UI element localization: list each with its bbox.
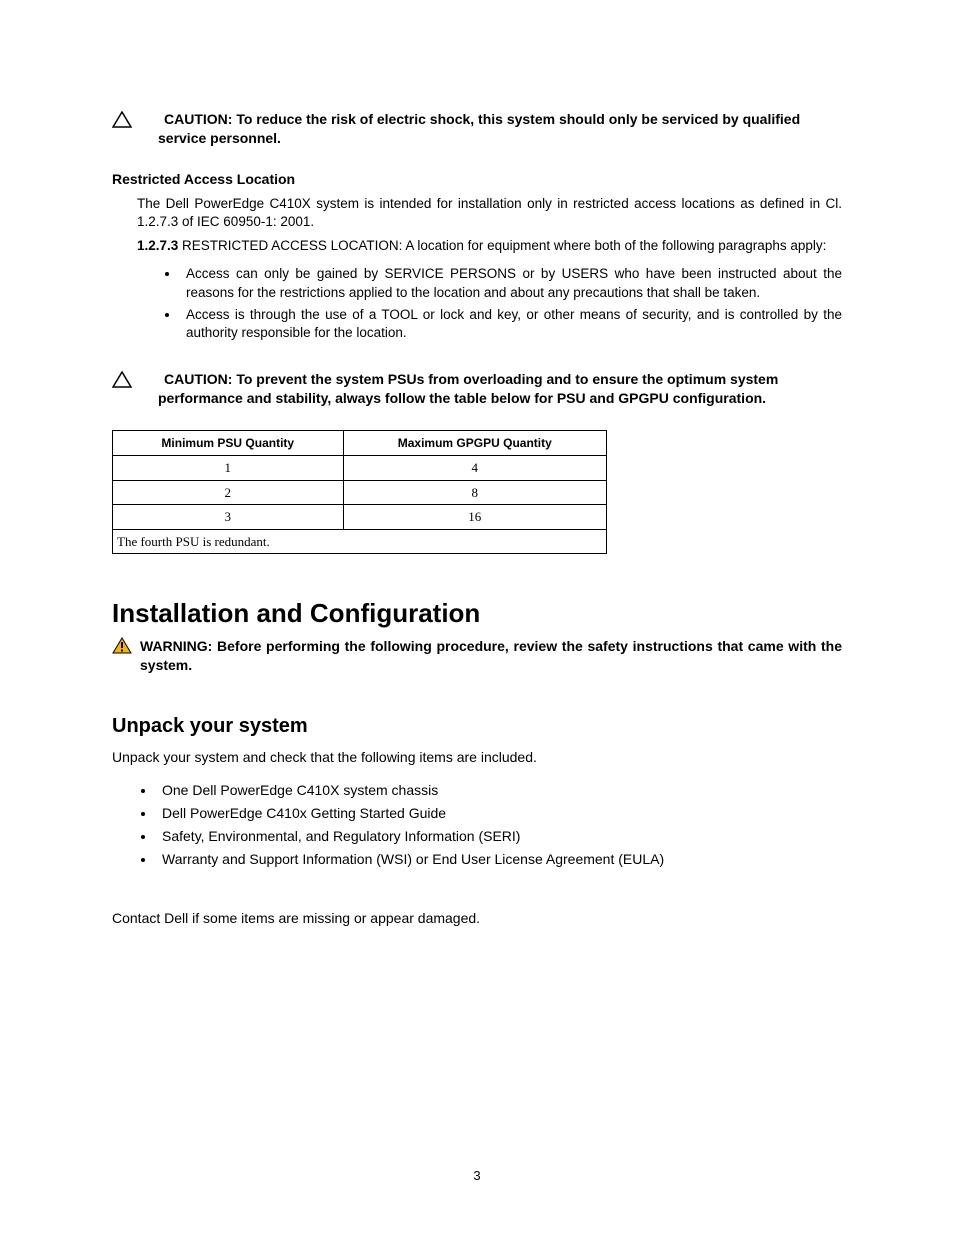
list-item: Dell PowerEdge C410x Getting Started Gui… [156, 804, 842, 823]
caution-block-1: CAUTION: To reduce the risk of electric … [112, 110, 842, 148]
caution-outline-icon [112, 111, 132, 133]
list-item: Safety, Environmental, and Regulatory In… [156, 827, 842, 846]
restricted-para-1: The Dell PowerEdge C410X system is inten… [137, 195, 842, 231]
contact-text: Contact Dell if some items are missing o… [112, 909, 842, 928]
psu-table: Minimum PSU Quantity Maximum GPGPU Quant… [112, 430, 607, 554]
caution-text: CAUTION: To prevent the system PSUs from… [158, 371, 778, 406]
table-row: 1 4 [113, 456, 607, 481]
table-header-row: Minimum PSU Quantity Maximum GPGPU Quant… [113, 430, 607, 455]
page-number: 3 [0, 1167, 954, 1185]
section-heading-installation: Installation and Configuration [112, 596, 842, 631]
caution-outline-icon [112, 371, 132, 393]
warning-text: WARNING: Before performing the following… [140, 637, 842, 675]
section-heading-unpack: Unpack your system [112, 713, 842, 740]
caution-block-2: CAUTION: To prevent the system PSUs from… [112, 370, 842, 408]
caution-text-wrap: CAUTION: To prevent the system PSUs from… [140, 370, 842, 408]
restricted-para-2: 1.2.7.3 RESTRICTED ACCESS LOCATION: A lo… [137, 237, 842, 255]
list-item: Access is through the use of a TOOL or l… [180, 306, 842, 342]
table-header: Minimum PSU Quantity [113, 430, 344, 455]
table-row: 2 8 [113, 480, 607, 505]
list-item: Warranty and Support Information (WSI) o… [156, 850, 842, 869]
restricted-body: The Dell PowerEdge C410X system is inten… [112, 195, 842, 256]
list-item: One Dell PowerEdge C410X system chassis [156, 781, 842, 800]
caution-text: CAUTION: To reduce the risk of electric … [158, 111, 800, 146]
caution-text-wrap: CAUTION: To reduce the risk of electric … [140, 110, 842, 148]
warning-icon [112, 637, 132, 659]
warning-block: WARNING: Before performing the following… [112, 637, 842, 675]
unpack-intro: Unpack your system and check that the fo… [112, 748, 842, 767]
unpack-items: One Dell PowerEdge C410X system chassis … [112, 781, 842, 869]
restricted-bullets: Access can only be gained by SERVICE PER… [112, 265, 842, 342]
table-header: Maximum GPGPU Quantity [343, 430, 606, 455]
restricted-heading: Restricted Access Location [112, 170, 842, 189]
list-item: Access can only be gained by SERVICE PER… [180, 265, 842, 301]
table-note-row: The fourth PSU is redundant. [113, 529, 607, 554]
restricted-section: Restricted Access Location The Dell Powe… [112, 170, 842, 342]
table-row: 3 16 [113, 505, 607, 530]
